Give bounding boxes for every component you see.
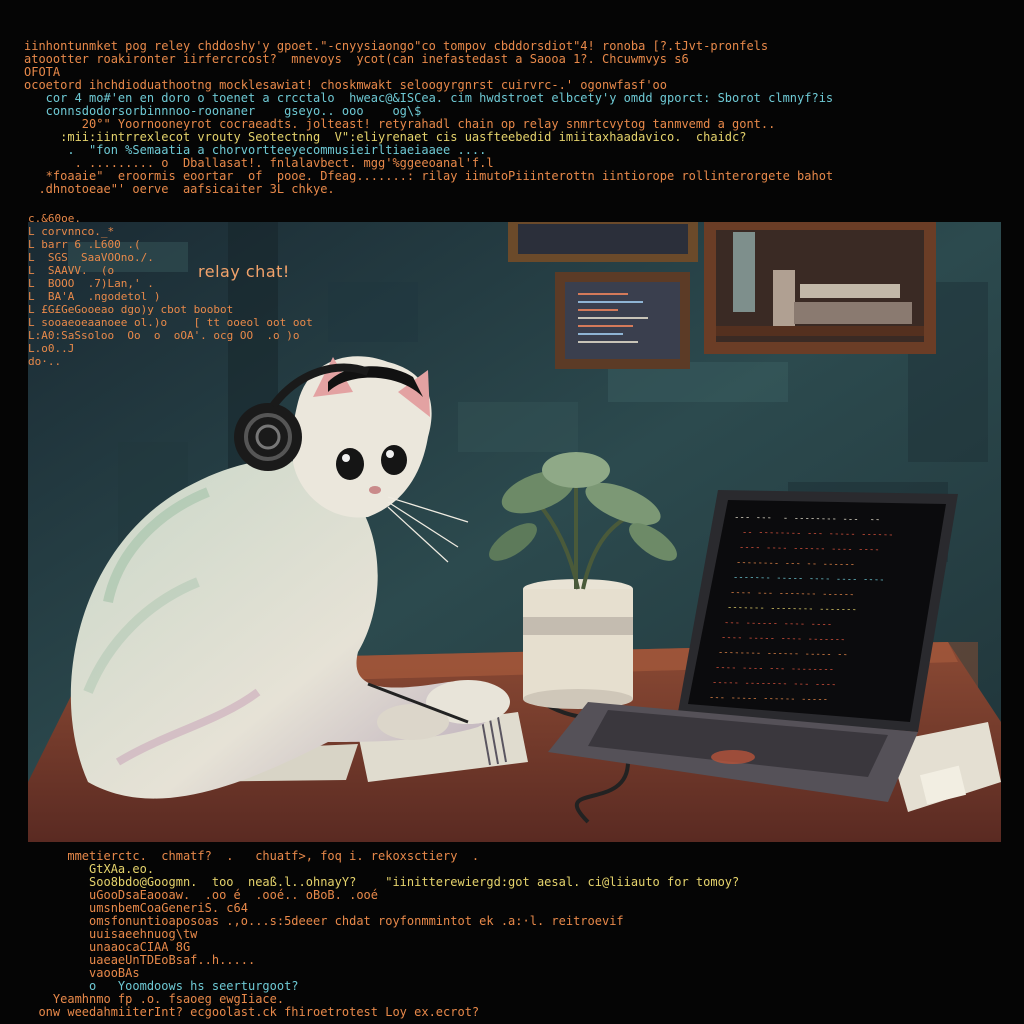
term-left-line: c.&60oe. bbox=[28, 212, 81, 225]
wall-shelf-frame bbox=[704, 222, 936, 354]
terminal-text-top: iinhontunmket pog reley chddoshy'y gpoet… bbox=[24, 40, 833, 196]
terminal-text-left: c.&60oe. L corvnnco._* L barr 6 .L600 .( L … bbox=[28, 212, 313, 368]
term-left-line: do·.. bbox=[28, 355, 62, 368]
laptop-code-line: --- ------ ---- ---- bbox=[713, 617, 833, 631]
term-bottom-line: onw weedahmiiterInt? ecgoolast.ck fhiroe… bbox=[24, 1005, 480, 1019]
term-left-line: L sooaeoeaanoee ol.)o [ tt ooeol oot oot bbox=[28, 316, 313, 329]
cat-nose bbox=[369, 486, 381, 494]
term-top-line: .dhnotoeae"' oerve aafsicaiter 3L chkye. bbox=[24, 182, 335, 196]
artwork-frame: --- --- - -------- --- -- -- -------- --… bbox=[0, 0, 1024, 1024]
term-left-line: L BA'A .ngodetol ) bbox=[28, 290, 161, 303]
term-left-line: L.o0..J bbox=[28, 342, 75, 355]
terminal-text-bottom: mmetierctc. chmatf? . chuatf>, foq i. re… bbox=[24, 850, 739, 1019]
term-left-line: L:A0:SaSsoloo Oo o oOA'. ocg OO .o )o bbox=[28, 329, 300, 342]
wall-frame-top bbox=[508, 222, 698, 262]
term-left-line: L barr 6 .L600 .( bbox=[28, 238, 141, 251]
cat-eye-right bbox=[381, 445, 407, 475]
term-left-line: L £G£GeGooeao dgo)y cbot boobot bbox=[28, 303, 234, 316]
relay-chat-label: relay chat! bbox=[198, 262, 290, 281]
wall-frame-code bbox=[555, 272, 690, 369]
cat-eye-left bbox=[336, 448, 364, 480]
term-top-line: atoootter roakironter iirfercrcost? mnev… bbox=[24, 52, 689, 66]
term-left-line: L corvnnco._* bbox=[28, 225, 115, 238]
